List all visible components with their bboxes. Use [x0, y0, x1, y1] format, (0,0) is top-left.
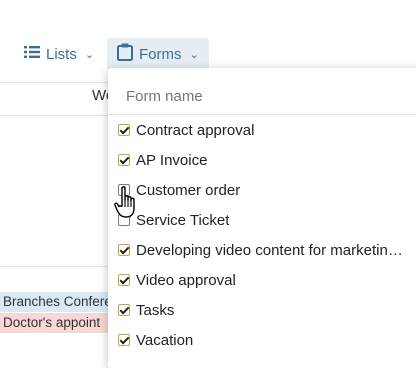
- list-icon: [24, 45, 40, 63]
- checkbox[interactable]: [118, 124, 130, 136]
- form-option-label: Contract approval: [136, 121, 255, 139]
- calendar-event[interactable]: Branches Confere: [0, 292, 110, 312]
- checkbox[interactable]: [118, 304, 130, 316]
- lists-label: Lists: [46, 45, 77, 63]
- form-option[interactable]: Video approval: [118, 268, 416, 292]
- forms-label: Forms: [139, 45, 182, 63]
- form-option-label: AP Invoice: [136, 151, 208, 169]
- form-option[interactable]: Contract approval: [118, 118, 416, 142]
- form-option-label: Tasks: [136, 301, 175, 319]
- form-option-label: Video approval: [136, 271, 236, 289]
- form-name-search-input[interactable]: [126, 86, 406, 106]
- chevron-down-icon: ⌄: [189, 48, 199, 61]
- dropdown-divider: [108, 114, 416, 115]
- checkbox[interactable]: [118, 154, 130, 166]
- form-option-label: Service Ticket: [136, 211, 230, 229]
- checkbox[interactable]: [118, 244, 130, 256]
- chevron-down-icon: ⌄: [84, 48, 95, 61]
- form-option[interactable]: Tasks: [118, 298, 416, 322]
- checkbox[interactable]: [118, 274, 130, 286]
- form-option-label: Customer order: [136, 181, 241, 199]
- forms-button[interactable]: Forms ⌄: [107, 38, 209, 70]
- form-option-label: Developing video content for marketing e…: [136, 241, 408, 259]
- checkbox[interactable]: [118, 334, 130, 346]
- form-option[interactable]: Service Ticket: [118, 208, 416, 232]
- form-option-label: Vacation: [136, 331, 194, 349]
- lists-button[interactable]: Lists ⌄: [16, 38, 102, 70]
- form-option[interactable]: Customer order: [118, 178, 416, 202]
- hand-cursor-icon: [114, 186, 135, 218]
- clipboard-icon: [117, 43, 133, 65]
- form-option[interactable]: AP Invoice: [118, 148, 416, 172]
- forms-dropdown: Contract approval AP Invoice Customer or…: [108, 68, 416, 368]
- form-option[interactable]: Developing video content for marketing e…: [118, 238, 416, 262]
- calendar-event[interactable]: Doctor's appoint: [0, 313, 110, 333]
- form-option[interactable]: Vacation: [118, 328, 416, 352]
